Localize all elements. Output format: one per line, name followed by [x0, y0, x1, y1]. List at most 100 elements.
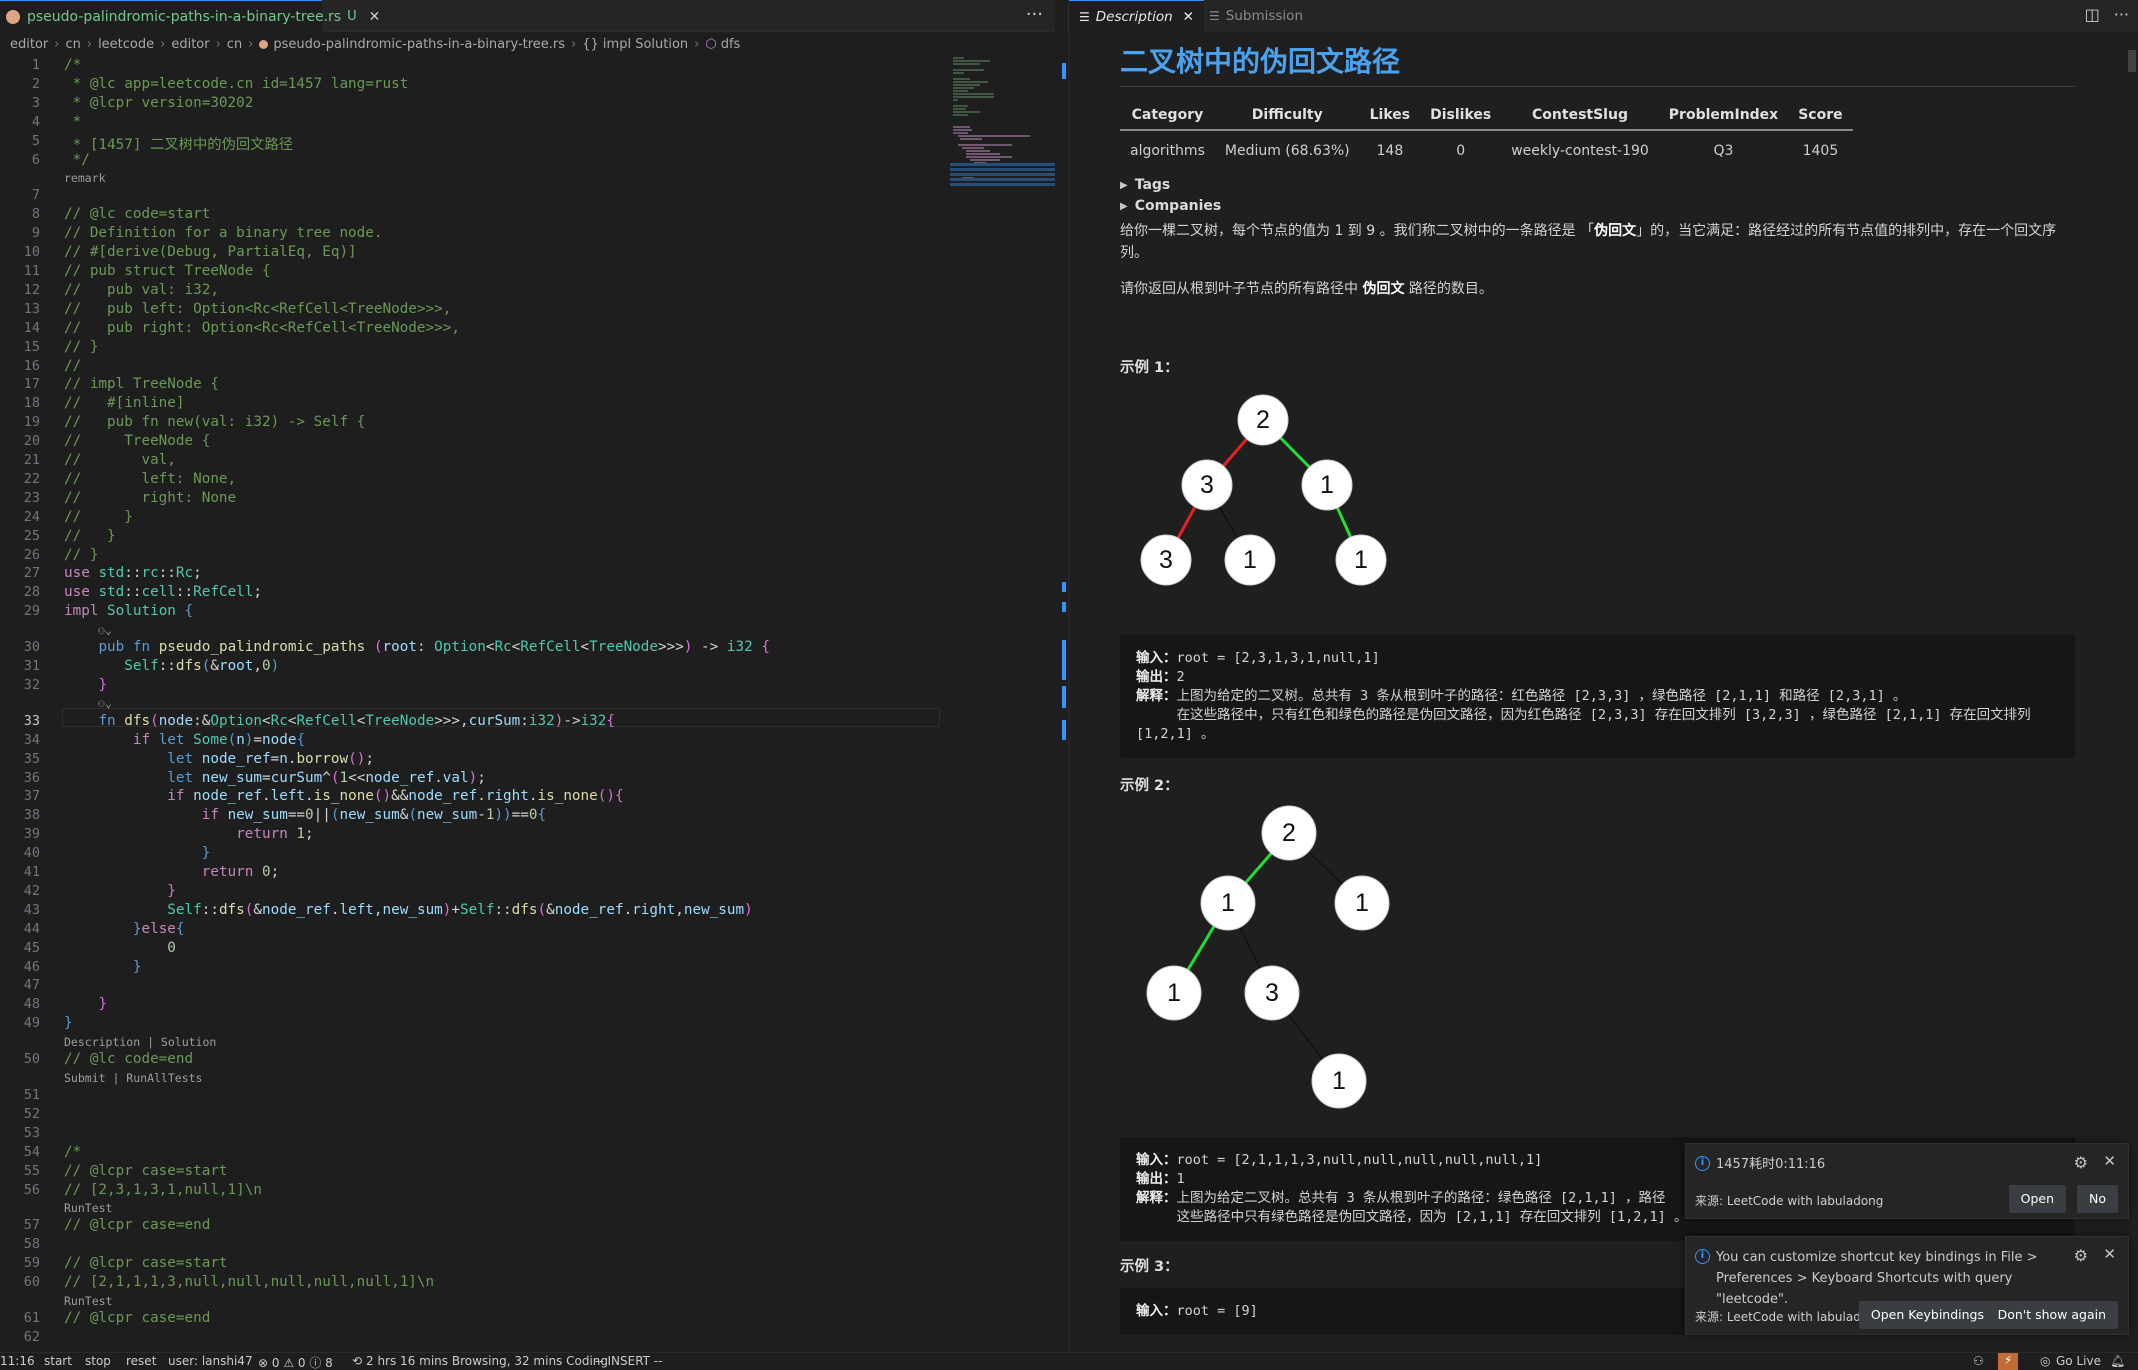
code-line[interactable]: }	[64, 996, 107, 1012]
breadcrumb-item[interactable]: pseudo-palindromic-paths-in-a-binary-tre…	[273, 37, 565, 52]
reset-button[interactable]: reset	[126, 1354, 156, 1368]
code-line[interactable]: *	[64, 114, 82, 130]
code-line[interactable]: // impl TreeNode {	[64, 376, 219, 392]
code-area[interactable]: 1 /* 2 * @lc app=leetcode.cn id=1457 lang=…	[0, 55, 950, 1350]
code-line[interactable]: if let Some(n)=node{	[64, 732, 305, 748]
code-line[interactable]: }else{	[64, 921, 185, 937]
problems-indicator[interactable]: ⊗ 0 ⚠ 0 ⓘ 8	[258, 1354, 333, 1370]
code-line[interactable]: use std::rc::Rc;	[64, 565, 202, 581]
companies-toggle[interactable]: ▶ Companies	[1120, 198, 2075, 214]
code-line[interactable]: // pub struct TreeNode {	[64, 263, 271, 279]
code-line[interactable]: * @lcpr version=30202	[64, 95, 254, 111]
leetcode-badge[interactable]: ⚡	[1998, 1353, 2019, 1370]
code-line[interactable]: }	[64, 883, 176, 899]
code-line[interactable]: // @lc code=start	[64, 206, 210, 222]
code-line[interactable]: if node_ref.left.is_none()&&node_ref.rig…	[64, 788, 623, 804]
code-line[interactable]: // Definition for a binary tree node.	[64, 225, 382, 241]
code-line[interactable]: }	[64, 959, 142, 975]
more-actions-icon[interactable]: ···	[1026, 4, 1043, 25]
code-line[interactable]: return 1;	[64, 826, 313, 842]
close-icon[interactable]: ✕	[1183, 9, 1194, 25]
code-line[interactable]: // pub left: Option<Rc<RefCell<TreeNode>…	[64, 301, 451, 317]
breadcrumb-item[interactable]: cn	[227, 37, 242, 52]
breadcrumb-item[interactable]: {} impl Solution	[582, 37, 688, 52]
code-line[interactable]: // pub val: i32,	[64, 282, 219, 298]
code-line[interactable]: Self::dfs(&node_ref.left,new_sum)+Self::…	[64, 902, 752, 918]
breadcrumb-item[interactable]: cn	[65, 37, 80, 52]
code-line[interactable]: // }	[64, 509, 133, 525]
code-line[interactable]: // [2,3,1,3,1,null,1]\n	[64, 1182, 262, 1198]
bell-icon[interactable]: 🔔︎	[2110, 1354, 2125, 1368]
codelens-runtest[interactable]: RunTest	[64, 1294, 112, 1308]
code-line[interactable]: return 0;	[64, 864, 279, 880]
code-line[interactable]: // #[inline]	[64, 395, 185, 411]
code-line[interactable]: // @lcpr case=end	[64, 1217, 210, 1233]
open-keybindings-button[interactable]: Open Keybindings	[1858, 1301, 1996, 1329]
code-line[interactable]: pub fn pseudo_palindromic_paths (root: O…	[64, 639, 770, 655]
code-line[interactable]: // }	[64, 528, 116, 544]
code-line[interactable]: fn dfs(node:&Option<Rc<RefCell<TreeNode>…	[64, 713, 615, 729]
codelens-icon[interactable]: ⚇⌄	[98, 623, 112, 637]
code-line[interactable]: // }	[64, 339, 98, 355]
code-line[interactable]: // @lcpr case=end	[64, 1310, 210, 1326]
code-line[interactable]: }	[64, 677, 107, 693]
gear-icon[interactable]: ⚙	[2074, 1246, 2088, 1265]
split-editor-icon[interactable]: ◫	[2085, 5, 2100, 24]
code-line[interactable]: // pub right: Option<Rc<RefCell<TreeNode…	[64, 320, 460, 336]
dont-show-again-button[interactable]: Don't show again	[1985, 1301, 2118, 1329]
code-line[interactable]: Self::dfs(&root,0)	[64, 658, 279, 674]
code-line[interactable]: * [1457] 二叉树中的伪回文路径	[64, 133, 293, 154]
code-line[interactable]: 0	[64, 940, 176, 956]
close-icon[interactable]: ✕	[2103, 1152, 2116, 1170]
code-line[interactable]: // @lcpr case=start	[64, 1163, 228, 1179]
code-line[interactable]: // left: None,	[64, 471, 236, 487]
breadcrumb-item[interactable]: dfs	[721, 37, 741, 52]
code-line[interactable]: }	[64, 845, 211, 861]
code-line[interactable]: /*	[64, 57, 81, 73]
start-button[interactable]: start	[44, 1354, 72, 1368]
code-line[interactable]: /*	[64, 1144, 81, 1160]
codelens-remark[interactable]: remark	[64, 171, 106, 185]
breadcrumb-item[interactable]: editor	[171, 37, 209, 52]
open-button[interactable]: Open	[2008, 1185, 2066, 1213]
code-line[interactable]: */	[64, 152, 90, 168]
tags-toggle[interactable]: ▶ Tags	[1120, 177, 2075, 193]
gear-icon[interactable]: ⚙	[2074, 1153, 2088, 1172]
code-line[interactable]: impl Solution {	[64, 603, 193, 619]
codelens-submit_runall[interactable]: Submit | RunAllTests	[64, 1071, 202, 1085]
cursor-position[interactable]: 11:16	[0, 1354, 35, 1368]
copilot-icon[interactable]: ⚇	[1973, 1354, 1984, 1368]
code-line[interactable]: use std::cell::RefCell;	[64, 584, 262, 600]
code-line[interactable]: // #[derive(Debug, PartialEq, Eq)]	[64, 244, 357, 260]
close-icon[interactable]: ✕	[369, 9, 381, 25]
user-label[interactable]: user: lanshi47	[168, 1354, 253, 1368]
panel-scrollbar-thumb[interactable]	[2128, 50, 2136, 72]
code-line[interactable]: // @lc code=end	[64, 1051, 193, 1067]
code-line[interactable]: // @lcpr case=start	[64, 1255, 228, 1271]
code-line[interactable]: let node_ref=n.borrow();	[64, 751, 374, 767]
no-button[interactable]: No	[2077, 1185, 2118, 1213]
breadcrumb-item[interactable]: leetcode	[98, 37, 154, 52]
code-line[interactable]: }	[64, 1015, 73, 1031]
go-live-button[interactable]: Go Live	[2056, 1354, 2101, 1368]
time-tracker[interactable]: 2 hrs 16 mins Browsing, 32 mins Coding	[366, 1354, 608, 1368]
code-line[interactable]: // [2,1,1,1,3,null,null,null,null,null,1…	[64, 1274, 434, 1290]
code-line[interactable]: // }	[64, 547, 98, 563]
code-line[interactable]: * @lc app=leetcode.cn id=1457 lang=rust	[64, 76, 409, 92]
code-line[interactable]: // val,	[64, 452, 176, 468]
close-icon[interactable]: ✕	[2103, 1245, 2116, 1263]
code-line[interactable]: let new_sum=curSum^(1<<node_ref.val);	[64, 770, 486, 786]
more-actions-icon[interactable]: ···	[2114, 5, 2129, 24]
editor-tab[interactable]: pseudo-palindromic-paths-in-a-binary-tre…	[0, 0, 380, 32]
stop-button[interactable]: stop	[85, 1354, 111, 1368]
codelens-runtest[interactable]: RunTest	[64, 1201, 112, 1215]
code-line[interactable]: // TreeNode {	[64, 433, 210, 449]
tab-description[interactable]: ☰ Description ✕	[1069, 0, 1204, 32]
breadcrumb-item[interactable]: editor	[10, 37, 48, 52]
codelens-desc_solution[interactable]: Description | Solution	[64, 1035, 216, 1049]
code-line[interactable]: if new_sum==0||(new_sum&(new_sum-1))==0{	[64, 807, 546, 823]
codelens-icon[interactable]: ⚇⌄	[98, 696, 112, 710]
code-line[interactable]: // right: None	[64, 490, 236, 506]
code-line[interactable]: //	[64, 358, 81, 374]
code-line[interactable]: // pub fn new(val: i32) -> Self {	[64, 414, 365, 430]
